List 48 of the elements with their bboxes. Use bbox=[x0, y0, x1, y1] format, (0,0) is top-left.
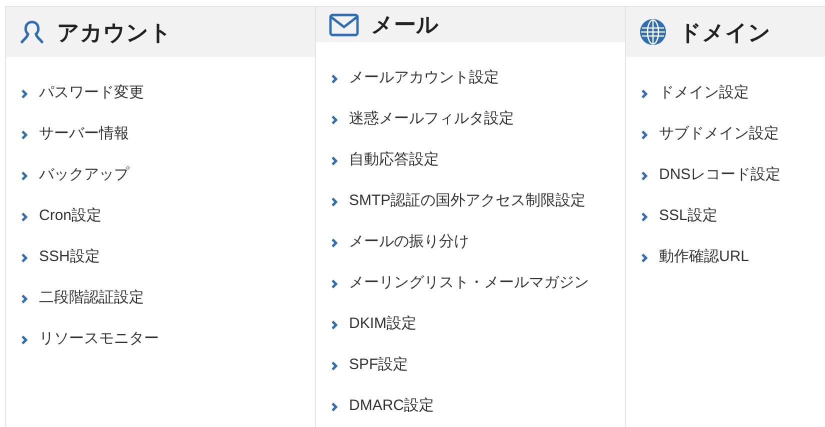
menu-link[interactable]: DKIM設定 bbox=[331, 304, 625, 345]
chevron-icon bbox=[21, 252, 28, 262]
chevron-icon bbox=[331, 238, 338, 248]
menu-link[interactable]: SMTP認証の国外アクセス制限設定 bbox=[331, 181, 625, 222]
chevron-icon bbox=[331, 74, 338, 84]
menu-link[interactable]: メーリングリスト・メールマガジン bbox=[331, 263, 625, 304]
menu-link[interactable]: メールアカウント設定 bbox=[331, 58, 625, 99]
menu-link[interactable]: SPF設定 bbox=[331, 345, 625, 386]
menu-link[interactable]: バックアップ bbox=[21, 155, 315, 196]
menu-link[interactable]: パスワード変更 bbox=[21, 73, 315, 114]
section-title: アカウント bbox=[57, 18, 172, 46]
chevron-icon bbox=[641, 212, 648, 222]
menu-link[interactable]: 自動応答設定 bbox=[331, 140, 625, 181]
menu-link[interactable]: 迷惑メールフィルタ設定 bbox=[331, 99, 625, 140]
chevron-icon bbox=[641, 170, 648, 180]
menu-link[interactable]: SSH設定 bbox=[21, 237, 315, 278]
chevron-icon bbox=[21, 130, 28, 140]
menu-link[interactable]: SSL設定 bbox=[641, 196, 825, 237]
chevron-icon bbox=[21, 88, 28, 98]
chevron-icon bbox=[331, 114, 338, 124]
menu-link[interactable]: リソースモニター bbox=[21, 319, 315, 360]
chevron-icon bbox=[331, 402, 338, 412]
chevron-icon bbox=[331, 320, 338, 330]
menu-link[interactable]: 二段階認証設定 bbox=[21, 278, 315, 319]
chevron-icon bbox=[21, 170, 28, 180]
menu-link[interactable]: サーバー情報 bbox=[21, 114, 315, 155]
person-icon bbox=[19, 19, 45, 45]
chevron-icon bbox=[331, 278, 338, 288]
chevron-icon bbox=[641, 88, 648, 98]
menu-link[interactable]: 動作確認URL bbox=[641, 237, 825, 278]
section-title: メール bbox=[371, 11, 439, 39]
menu-link[interactable]: ドメイン設定 bbox=[641, 73, 825, 114]
chevron-icon bbox=[21, 334, 28, 344]
menu-link[interactable]: サブドメイン設定 bbox=[641, 114, 825, 155]
section-title: ドメイン bbox=[679, 18, 771, 46]
menu-link[interactable]: Cron設定 bbox=[21, 196, 315, 237]
menu-link[interactable]: DMARC設定 bbox=[331, 386, 625, 427]
menu-link[interactable]: DNSレコード設定 bbox=[641, 155, 825, 196]
mail-icon bbox=[329, 12, 359, 36]
menu-link[interactable]: メールの振り分け bbox=[331, 222, 625, 263]
chevron-icon bbox=[21, 294, 28, 304]
globe-icon bbox=[639, 18, 667, 46]
chevron-icon bbox=[641, 252, 648, 262]
chevron-icon bbox=[331, 156, 338, 166]
chevron-icon bbox=[331, 196, 338, 206]
chevron-icon bbox=[21, 212, 28, 222]
chevron-icon bbox=[331, 360, 338, 370]
chevron-icon bbox=[641, 130, 648, 140]
